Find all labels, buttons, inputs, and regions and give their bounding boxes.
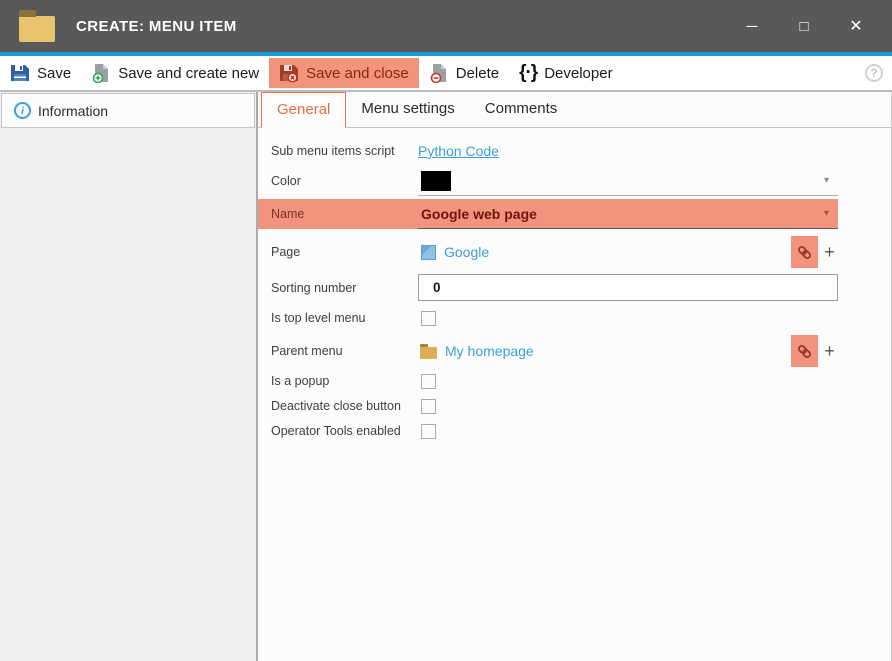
parent-menu-add-button[interactable]: +: [821, 341, 838, 361]
page-value-link[interactable]: Google: [444, 244, 489, 260]
main-area: i Information General Menu settings Comm…: [0, 92, 892, 661]
python-code-link[interactable]: Python Code: [418, 143, 499, 159]
save-and-close-label: Save and close: [306, 65, 409, 82]
sorting-number-row: Sorting number: [258, 274, 891, 301]
page-icon: [421, 245, 436, 260]
folder-icon: [19, 16, 55, 42]
color-dropdown[interactable]: ▾: [418, 166, 838, 196]
is-top-level-menu-label: Is top level menu: [271, 311, 418, 325]
close-button[interactable]: ✕: [830, 5, 882, 47]
page-row: Page Google +: [258, 236, 891, 268]
name-dropdown[interactable]: Google web page ▾: [418, 199, 838, 229]
document-minus-icon: [429, 63, 449, 83]
tab-comments[interactable]: Comments: [470, 92, 573, 127]
title-bar: CREATE: MENU ITEM ─ □ ✕: [0, 0, 892, 52]
folder-icon: [420, 347, 437, 359]
name-row: Name Google web page ▾: [258, 199, 838, 229]
chevron-down-icon[interactable]: ▾: [824, 208, 829, 219]
code-braces-icon: {·}: [519, 63, 537, 83]
save-and-close-button[interactable]: Save and close: [269, 58, 419, 88]
developer-button[interactable]: {·} Developer: [509, 58, 623, 88]
floppy-disk-icon: [10, 63, 30, 83]
parent-menu-link-button[interactable]: [791, 335, 818, 367]
sub-menu-items-script-label: Sub menu items script: [271, 144, 418, 158]
is-a-popup-row: Is a popup: [258, 370, 891, 392]
delete-label: Delete: [456, 65, 499, 82]
operator-tools-enabled-checkbox[interactable]: [421, 424, 436, 439]
developer-label: Developer: [544, 65, 612, 82]
sorting-number-input[interactable]: [418, 274, 838, 301]
document-plus-icon: [91, 63, 111, 83]
tab-bar: General Menu settings Comments: [258, 92, 891, 128]
name-label: Name: [271, 207, 418, 221]
deactivate-close-button-row: Deactivate close button: [258, 395, 891, 417]
deactivate-close-button-checkbox[interactable]: [421, 399, 436, 414]
is-a-popup-label: Is a popup: [271, 374, 418, 388]
color-row: Color ▾: [258, 166, 891, 196]
form-content: Sub menu items script Python Code Color …: [258, 128, 891, 661]
tab-general[interactable]: General: [261, 92, 346, 128]
window-title: CREATE: MENU ITEM: [76, 18, 237, 35]
maximize-button[interactable]: □: [778, 5, 830, 47]
page-add-button[interactable]: +: [821, 242, 838, 262]
is-top-level-menu-row: Is top level menu: [258, 306, 891, 330]
color-swatch: [421, 171, 451, 191]
left-panel: i Information: [0, 92, 258, 661]
parent-menu-row: Parent menu My homepage +: [258, 334, 891, 368]
tab-menu-settings[interactable]: Menu settings: [346, 92, 469, 127]
information-label: Information: [38, 103, 108, 119]
information-group-header[interactable]: i Information: [1, 93, 255, 128]
save-button[interactable]: Save: [0, 58, 81, 88]
chain-link-icon: [796, 244, 813, 261]
page-link-button[interactable]: [791, 236, 818, 268]
is-a-popup-checkbox[interactable]: [421, 374, 436, 389]
save-label: Save: [37, 65, 71, 82]
deactivate-close-button-label: Deactivate close button: [271, 399, 418, 413]
sub-menu-items-script-row: Sub menu items script Python Code: [258, 138, 891, 164]
chain-link-icon: [796, 343, 813, 360]
parent-menu-value-link[interactable]: My homepage: [445, 343, 534, 359]
name-value: Google web page: [421, 206, 537, 222]
help-icon[interactable]: ?: [865, 64, 883, 82]
parent-menu-label: Parent menu: [271, 344, 418, 358]
floppy-disk-close-icon: [279, 63, 299, 83]
toolbar: Save Save and create new: [0, 56, 892, 92]
chevron-down-icon[interactable]: ▾: [824, 175, 829, 186]
save-and-create-new-button[interactable]: Save and create new: [81, 58, 269, 88]
minimize-button[interactable]: ─: [726, 5, 778, 47]
info-icon: i: [14, 102, 31, 119]
color-label: Color: [271, 174, 418, 188]
is-top-level-menu-checkbox[interactable]: [421, 311, 436, 326]
window-controls: ─ □ ✕: [726, 5, 882, 47]
operator-tools-enabled-label: Operator Tools enabled: [271, 424, 418, 438]
save-and-create-new-label: Save and create new: [118, 65, 259, 82]
page-label: Page: [271, 245, 418, 259]
operator-tools-enabled-row: Operator Tools enabled: [258, 420, 891, 442]
sorting-number-label: Sorting number: [271, 281, 418, 295]
delete-button[interactable]: Delete: [419, 58, 509, 88]
right-panel: General Menu settings Comments Sub menu …: [258, 92, 892, 661]
